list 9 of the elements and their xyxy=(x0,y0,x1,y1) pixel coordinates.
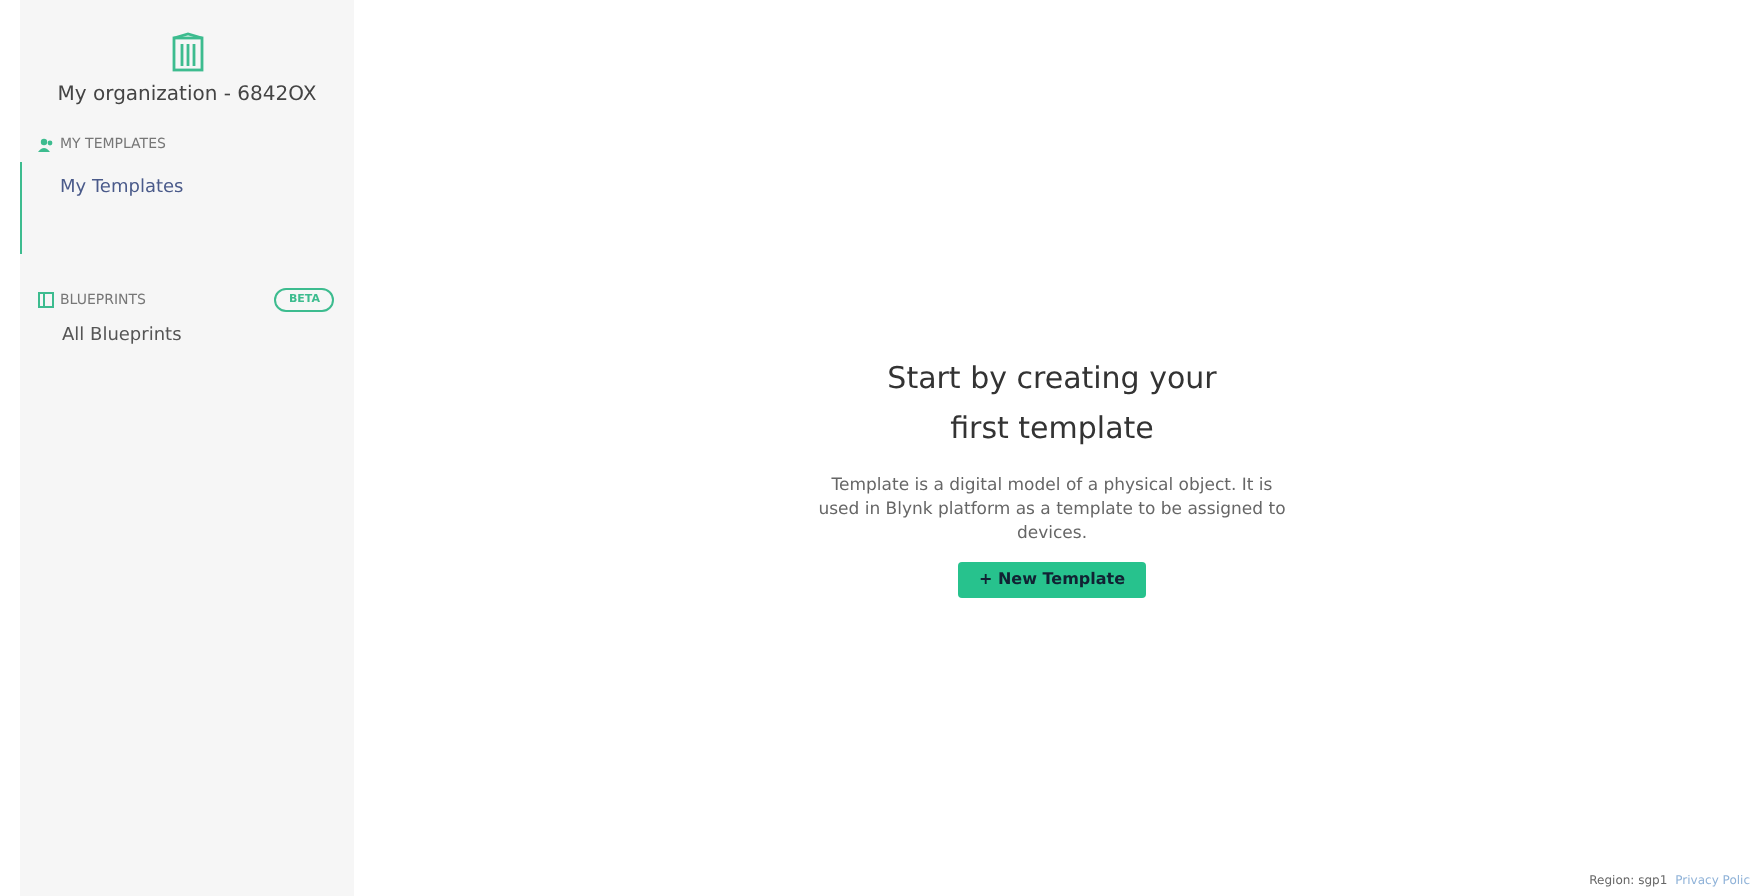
sidebar-item[interactable]: My Templates xyxy=(20,162,354,254)
empty-state-title: Start by creating your first template xyxy=(885,358,1219,450)
folder-icon xyxy=(38,292,54,308)
building-icon xyxy=(171,32,203,72)
people-icon xyxy=(38,137,54,151)
empty-state-description: Template is a digital model of a physical object. It is used in Blynk platform as a template to be assigned to devices. xyxy=(816,474,1288,546)
sidebar-item[interactable]: All Blueprints xyxy=(20,318,354,358)
new-template-button[interactable]: + New Template xyxy=(958,562,1146,598)
organization-name: My organization - 6842OX xyxy=(57,82,317,110)
